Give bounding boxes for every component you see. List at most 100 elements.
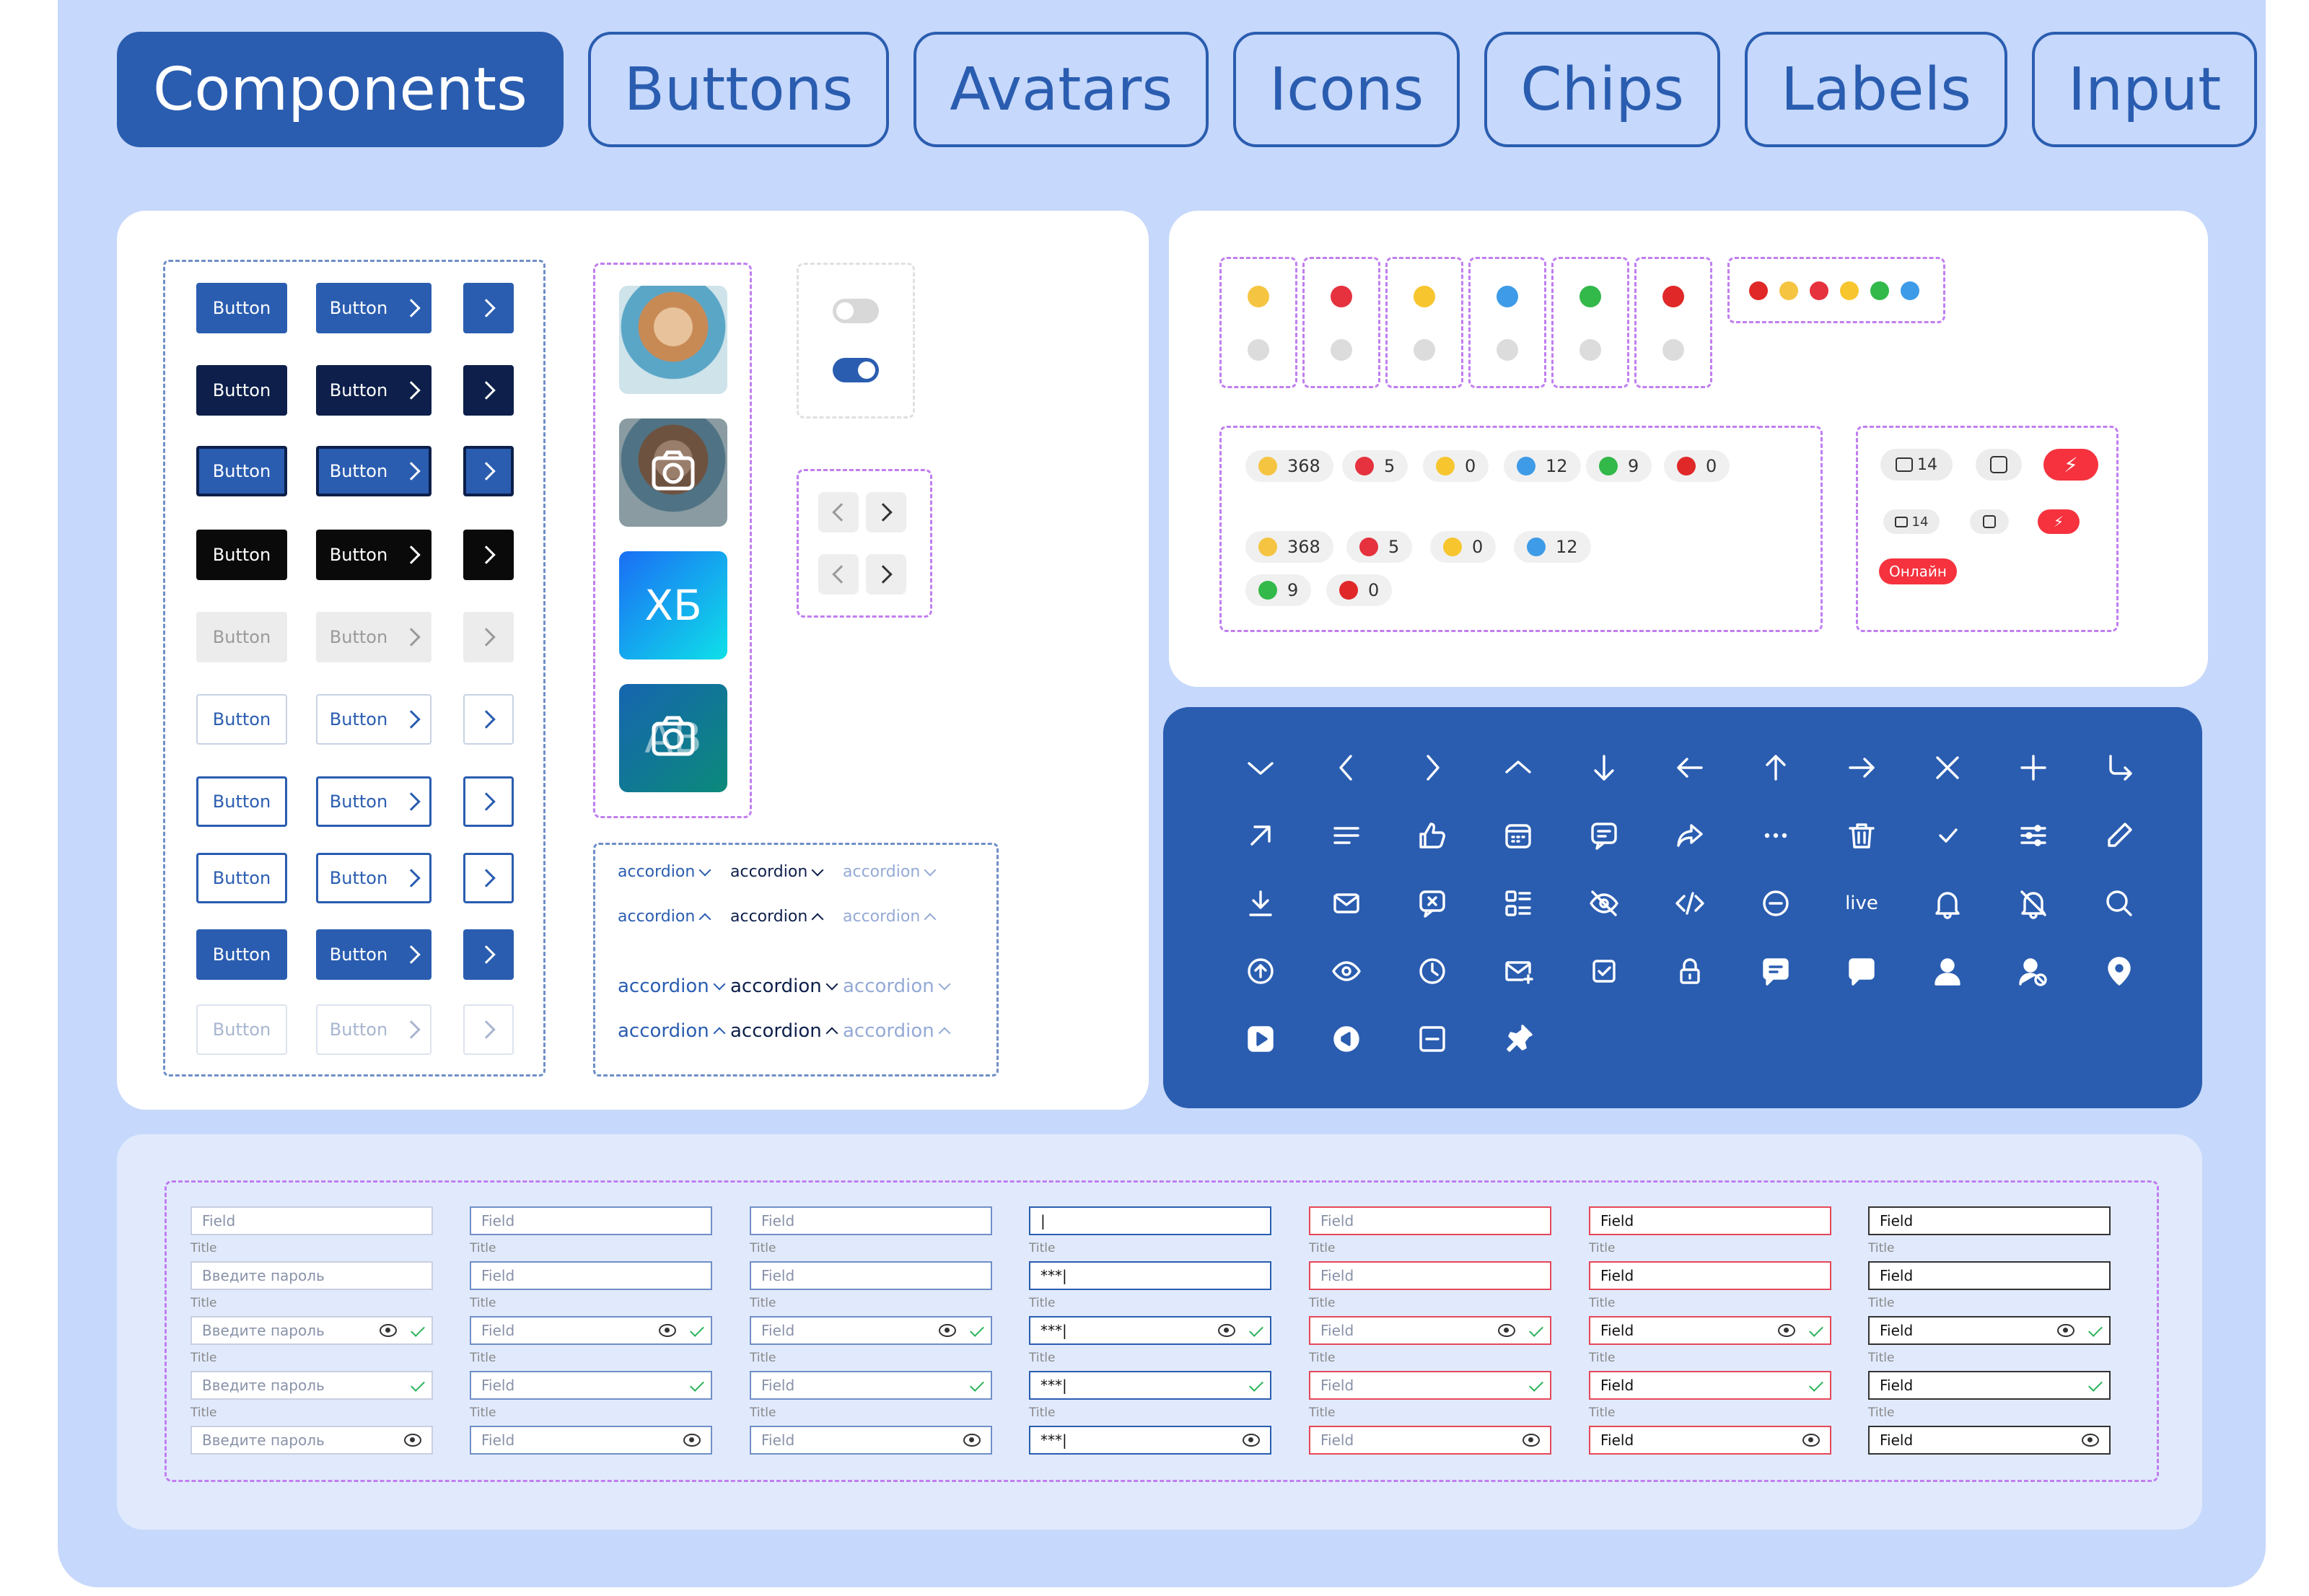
button[interactable]: Button [196, 929, 287, 980]
reaction-chip-dislike[interactable]: 5 [1342, 450, 1408, 482]
thumbs-down-icon[interactable] [1331, 339, 1352, 361]
text-field[interactable]: Field [190, 1206, 433, 1235]
button-with-chevron[interactable]: Button [316, 694, 431, 745]
text-field[interactable]: ***| [1029, 1426, 1271, 1455]
text-field[interactable]: Field [750, 1206, 992, 1235]
avatar-photo[interactable] [619, 286, 727, 394]
video-chip[interactable] [1976, 449, 2022, 481]
reaction-chip-angry[interactable]: 9 [1586, 450, 1652, 482]
tab-chips[interactable]: Chips [1484, 32, 1721, 147]
reaction-emoji-icon[interactable] [1749, 281, 1768, 300]
eye-icon[interactable] [404, 1434, 421, 1447]
eye-icon[interactable] [939, 1324, 956, 1337]
text-field[interactable]: Field [750, 1371, 992, 1400]
reaction-emoji-icon[interactable] [1870, 281, 1889, 300]
text-field[interactable]: Field [750, 1426, 992, 1455]
text-field[interactable]: Field [1309, 1371, 1551, 1400]
eye-icon[interactable] [1498, 1324, 1515, 1337]
button-with-chevron[interactable]: Button [316, 612, 431, 662]
eye-icon[interactable] [1802, 1434, 1820, 1447]
button[interactable]: Button [196, 283, 287, 333]
angry-emoji-icon[interactable] [1580, 339, 1601, 361]
text-field[interactable]: Field [750, 1261, 992, 1290]
button[interactable]: Button [196, 776, 287, 827]
text-field[interactable]: Field [1868, 1371, 2111, 1400]
eye-icon[interactable] [380, 1324, 397, 1337]
thumbs-down-icon[interactable] [1331, 286, 1352, 307]
button[interactable]: Button [196, 853, 287, 903]
text-field[interactable]: Field [1868, 1206, 2111, 1235]
button[interactable]: Button [196, 694, 287, 745]
text-field[interactable]: Field [1589, 1316, 1831, 1345]
eye-icon[interactable] [1243, 1434, 1260, 1447]
toggle-off[interactable] [833, 299, 879, 323]
photo-count-chip-small[interactable]: 14 [1883, 509, 1940, 534]
text-field[interactable]: Field [470, 1371, 712, 1400]
mad-emoji-icon[interactable] [1662, 286, 1684, 307]
tab-icons[interactable]: Icons [1233, 32, 1460, 147]
tab-labels[interactable]: Labels [1745, 32, 2007, 147]
thumbs-up-icon[interactable] [1248, 339, 1269, 361]
button-with-chevron[interactable]: Button [316, 776, 431, 827]
photo-count-chip[interactable]: 14 [1880, 449, 1953, 481]
button-with-chevron[interactable]: Button [316, 1004, 431, 1055]
eye-icon[interactable] [1522, 1434, 1540, 1447]
text-field[interactable]: Field [1309, 1316, 1551, 1345]
text-field[interactable]: Введите пароль [190, 1426, 433, 1455]
button[interactable]: Button [196, 612, 287, 662]
icon-button-next[interactable] [463, 530, 514, 580]
text-field[interactable]: ***| [1029, 1371, 1271, 1400]
eye-icon[interactable] [2057, 1324, 2074, 1337]
icon-button-next[interactable] [463, 446, 514, 496]
reaction-chip-like[interactable]: 368 [1245, 531, 1333, 563]
smile-emoji-icon[interactable] [1414, 339, 1435, 361]
avatar-photo-upload[interactable] [619, 418, 727, 527]
text-field[interactable]: Field [1309, 1426, 1551, 1455]
reaction-chip-sad[interactable]: 12 [1504, 450, 1581, 482]
button-with-chevron[interactable]: Button [316, 530, 431, 580]
eye-icon[interactable] [1778, 1324, 1795, 1337]
video-chip-small[interactable] [1970, 509, 2009, 534]
icon-button-next[interactable] [463, 612, 514, 662]
text-field[interactable]: Field [1309, 1206, 1551, 1235]
button-with-chevron[interactable]: Button [316, 283, 431, 333]
eye-icon[interactable] [683, 1434, 701, 1447]
text-field[interactable]: Field [1868, 1316, 2111, 1345]
button-with-chevron[interactable]: Button [316, 446, 431, 496]
text-field[interactable]: Field [1868, 1426, 2111, 1455]
avatar-initials-upload[interactable]: АВ [619, 684, 727, 792]
icon-button-next[interactable] [463, 929, 514, 980]
smile-emoji-icon[interactable] [1414, 286, 1435, 307]
icon-button-next[interactable] [463, 853, 514, 903]
text-field[interactable]: Field [1589, 1371, 1831, 1400]
pager-prev[interactable] [818, 492, 859, 532]
eye-icon[interactable] [659, 1324, 676, 1337]
pager-next[interactable] [866, 492, 906, 532]
accordion-collapsed[interactable]: accordion [618, 863, 711, 881]
text-field[interactable]: Field [1309, 1261, 1551, 1290]
thumbs-up-icon[interactable] [1248, 286, 1269, 307]
text-field[interactable]: Field [470, 1316, 712, 1345]
eye-icon[interactable] [1218, 1324, 1235, 1337]
text-field[interactable]: ***| [1029, 1316, 1271, 1345]
text-field[interactable]: Введите пароль [190, 1316, 433, 1345]
button[interactable]: Button [196, 365, 287, 416]
text-field[interactable]: Field [470, 1261, 712, 1290]
tab-input[interactable]: Input [2031, 32, 2258, 147]
pager-prev[interactable] [818, 554, 859, 595]
text-field[interactable]: Field [1589, 1261, 1831, 1290]
sad-emoji-icon[interactable] [1497, 339, 1518, 361]
button[interactable]: Button [196, 1004, 287, 1055]
avatar-initials[interactable]: ХБ [619, 551, 727, 659]
tab-buttons[interactable]: Buttons [587, 32, 890, 147]
reaction-chip-smile[interactable]: 0 [1423, 450, 1489, 482]
button-with-chevron[interactable]: Button [316, 365, 431, 416]
reaction-chip-dislike[interactable]: 5 [1346, 531, 1413, 563]
tab-components[interactable]: Components [117, 32, 564, 147]
reaction-chip-smile[interactable]: 0 [1430, 531, 1497, 563]
text-field[interactable]: ***| [1029, 1261, 1271, 1290]
text-field[interactable]: Введите пароль [190, 1371, 433, 1400]
accordion-collapsed[interactable]: accordion [730, 975, 838, 997]
reaction-emoji-icon[interactable] [1779, 281, 1798, 300]
text-field[interactable]: Field [1589, 1426, 1831, 1455]
